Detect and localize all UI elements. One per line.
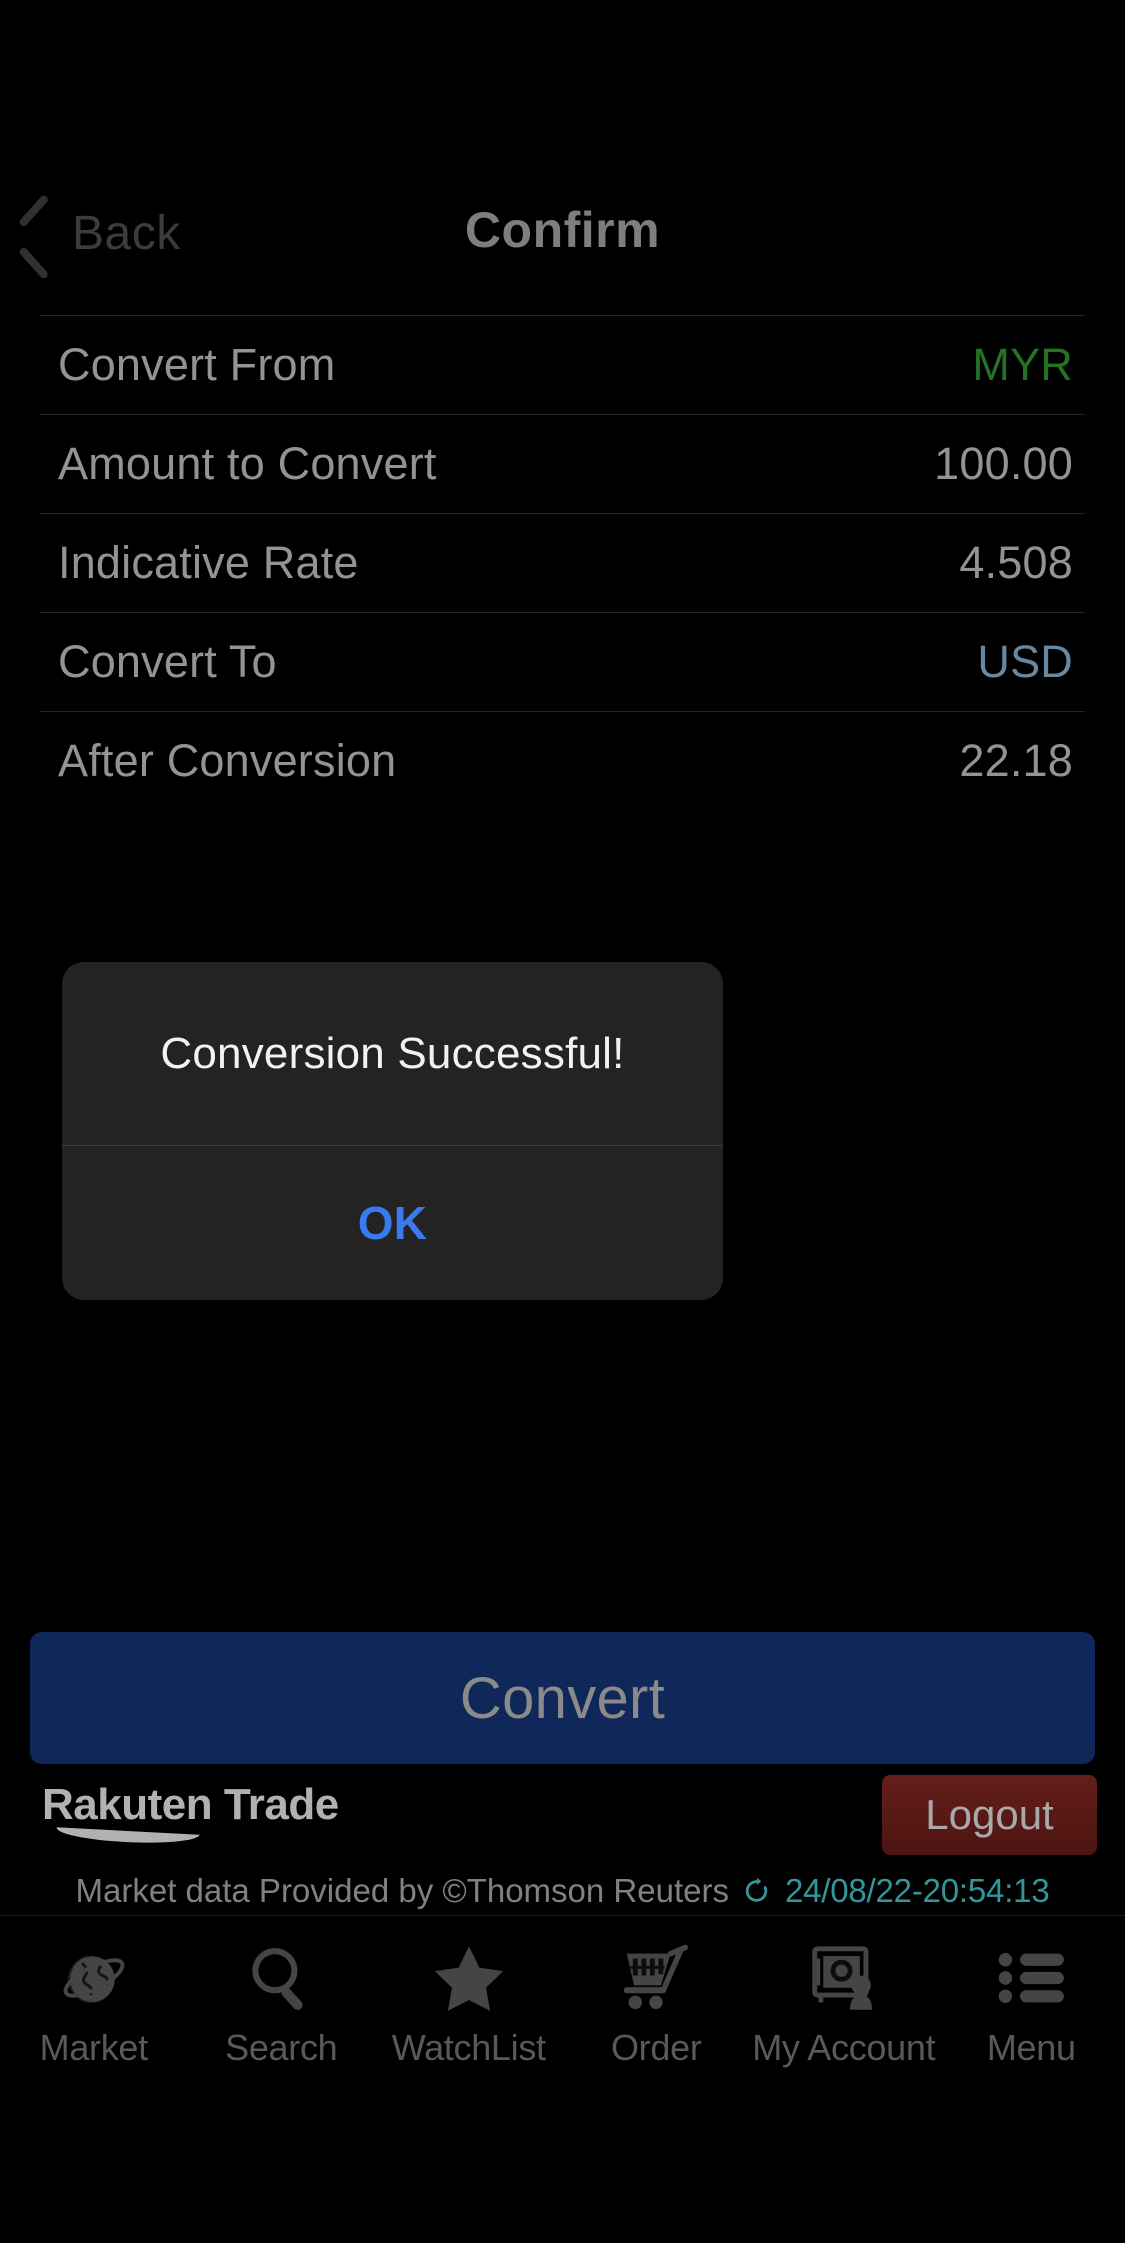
dialog-ok-button[interactable]: OK — [62, 1146, 723, 1300]
conversion-success-dialog: Conversion Successful! OK — [62, 962, 723, 1300]
app-screen: Back Confirm Convert From MYR Amount to … — [0, 0, 1125, 2243]
dialog-message: Conversion Successful! — [160, 1028, 625, 1078]
